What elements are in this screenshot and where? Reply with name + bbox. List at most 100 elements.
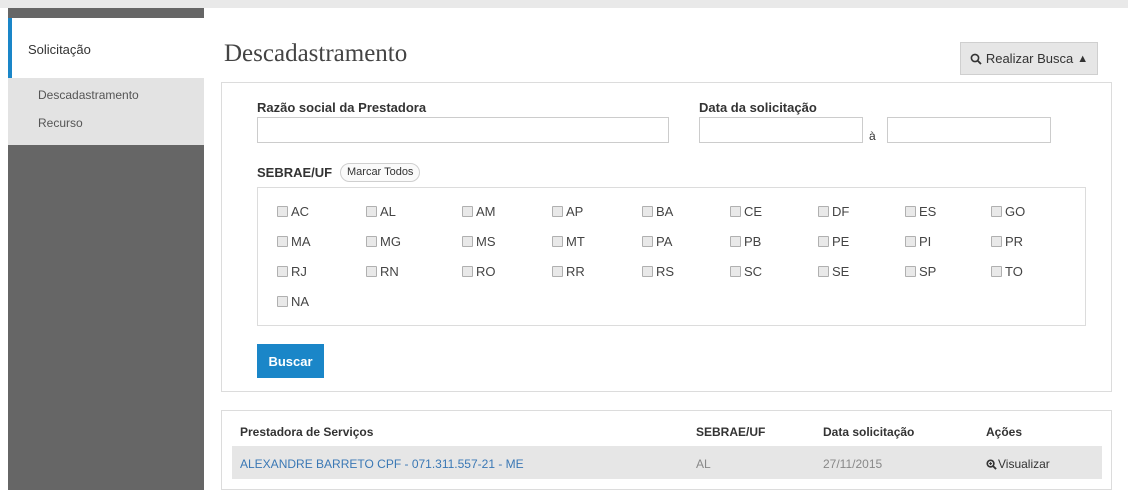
search-toggle-label: Realizar Busca	[985, 51, 1074, 66]
checkbox[interactable]	[730, 266, 741, 277]
checkbox[interactable]	[366, 206, 377, 217]
uf-checkbox-ma[interactable]: MA	[277, 234, 311, 249]
date-to-input[interactable]	[887, 117, 1051, 143]
uf-checkbox-ro[interactable]: RO	[462, 264, 496, 279]
sidebar-item-solicitacao[interactable]: Solicitação	[8, 18, 204, 78]
uf-label: PB	[744, 234, 762, 249]
uf-checkbox-mt[interactable]: MT	[552, 234, 585, 249]
uf-checkbox-pe[interactable]: PE	[818, 234, 849, 249]
checkbox[interactable]	[642, 236, 653, 247]
checkbox[interactable]	[366, 236, 377, 247]
razao-social-input[interactable]	[257, 117, 669, 143]
uf-label: GO	[1005, 204, 1026, 219]
uf-checkbox-pr[interactable]: PR	[991, 234, 1023, 249]
date-range-separator: à	[869, 129, 876, 143]
razao-social-label: Razão social da Prestadora	[257, 100, 427, 115]
uf-checkbox-ce[interactable]: CE	[730, 204, 762, 219]
uf-checkbox-sc[interactable]: SC	[730, 264, 762, 279]
checkbox[interactable]	[642, 266, 653, 277]
checkbox[interactable]	[277, 296, 288, 307]
sidebar-item-recurso[interactable]: Recurso	[38, 116, 83, 130]
sidebar: Solicitação Descadastramento Recurso	[8, 8, 204, 490]
uf-checkbox-rs[interactable]: RS	[642, 264, 674, 279]
checkbox[interactable]	[366, 266, 377, 277]
uf-checkbox-ba[interactable]: BA	[642, 204, 673, 219]
checkbox[interactable]	[462, 266, 473, 277]
uf-label: RJ	[291, 264, 307, 279]
uf-label: PE	[832, 234, 850, 249]
uf-label: ES	[919, 204, 937, 219]
checkbox[interactable]	[730, 236, 741, 247]
column-header-data: Data solicitação	[823, 425, 915, 439]
uf-checkbox-df[interactable]: DF	[818, 204, 849, 219]
uf-label: AM	[476, 204, 496, 219]
uf-label: MT	[566, 234, 585, 249]
uf-checkbox-pi[interactable]: PI	[905, 234, 931, 249]
results-table: Prestadora de Serviços SEBRAE/UF Data so…	[221, 410, 1112, 490]
uf-checkbox-group: AC AL AM AP BA CE DF ES GO MA MG MS MT PA PB PE PI PR RJ RN…	[257, 187, 1086, 326]
uf-checkbox-es[interactable]: ES	[905, 204, 936, 219]
uf-label: SC	[744, 264, 763, 279]
uf-label: PR	[1005, 234, 1024, 249]
checkbox[interactable]	[552, 206, 563, 217]
checkbox[interactable]	[642, 206, 653, 217]
uf-label: AL	[380, 204, 396, 219]
checkbox[interactable]	[991, 236, 1002, 247]
sidebar-item-descadastramento[interactable]: Descadastramento	[38, 88, 139, 102]
search-icon	[970, 53, 982, 65]
visualizar-link[interactable]: Visualizar	[986, 457, 1050, 471]
uf-checkbox-sp[interactable]: SP	[905, 264, 936, 279]
uf-label: SE	[832, 264, 850, 279]
uf-label: TO	[1005, 264, 1023, 279]
table-row: ALEXANDRE BARRETO CPF - 071.311.557-21 -…	[232, 446, 1102, 479]
uf-checkbox-al[interactable]: AL	[366, 204, 396, 219]
checkbox[interactable]	[905, 266, 916, 277]
checkbox[interactable]	[552, 236, 563, 247]
checkbox[interactable]	[730, 206, 741, 217]
uf-checkbox-se[interactable]: SE	[818, 264, 849, 279]
uf-checkbox-pb[interactable]: PB	[730, 234, 761, 249]
row-uf: AL	[696, 457, 711, 471]
uf-checkbox-am[interactable]: AM	[462, 204, 496, 219]
uf-label: RR	[566, 264, 585, 279]
uf-label: DF	[832, 204, 850, 219]
uf-checkbox-rn[interactable]: RN	[366, 264, 399, 279]
uf-label: NA	[291, 294, 310, 309]
checkbox[interactable]	[905, 236, 916, 247]
uf-checkbox-to[interactable]: TO	[991, 264, 1023, 279]
uf-checkbox-mg[interactable]: MG	[366, 234, 401, 249]
checkbox[interactable]	[462, 206, 473, 217]
uf-checkbox-na[interactable]: NA	[277, 294, 309, 309]
data-solicitacao-label: Data da solicitação	[699, 100, 817, 115]
checkbox[interactable]	[818, 206, 829, 217]
checkbox[interactable]	[552, 266, 563, 277]
uf-checkbox-ap[interactable]: AP	[552, 204, 583, 219]
uf-label: SP	[919, 264, 937, 279]
checkbox[interactable]	[277, 206, 288, 217]
sidebar-item-label: Solicitação	[28, 42, 91, 57]
checkbox[interactable]	[277, 236, 288, 247]
visualizar-label: Visualizar	[998, 457, 1050, 471]
checkbox[interactable]	[818, 266, 829, 277]
search-toggle-button[interactable]: Realizar Busca ▲	[960, 42, 1098, 75]
zoom-icon	[986, 458, 997, 470]
checkbox[interactable]	[462, 236, 473, 247]
date-from-input[interactable]	[699, 117, 863, 143]
uf-checkbox-rr[interactable]: RR	[552, 264, 585, 279]
uf-label: CE	[744, 204, 763, 219]
uf-checkbox-ms[interactable]: MS	[462, 234, 496, 249]
checkbox[interactable]	[818, 236, 829, 247]
prestadora-link[interactable]: ALEXANDRE BARRETO CPF - 071.311.557-21 -…	[240, 457, 524, 471]
buscar-button[interactable]: Buscar	[257, 344, 324, 378]
checkbox[interactable]	[991, 266, 1002, 277]
uf-checkbox-pa[interactable]: PA	[642, 234, 672, 249]
checkbox[interactable]	[277, 266, 288, 277]
checkbox[interactable]	[991, 206, 1002, 217]
marcar-todos-button[interactable]: Marcar Todos	[340, 163, 421, 182]
uf-label: RO	[476, 264, 496, 279]
uf-label: RS	[656, 264, 675, 279]
uf-checkbox-rj[interactable]: RJ	[277, 264, 307, 279]
checkbox[interactable]	[905, 206, 916, 217]
uf-checkbox-go[interactable]: GO	[991, 204, 1025, 219]
uf-checkbox-ac[interactable]: AC	[277, 204, 309, 219]
